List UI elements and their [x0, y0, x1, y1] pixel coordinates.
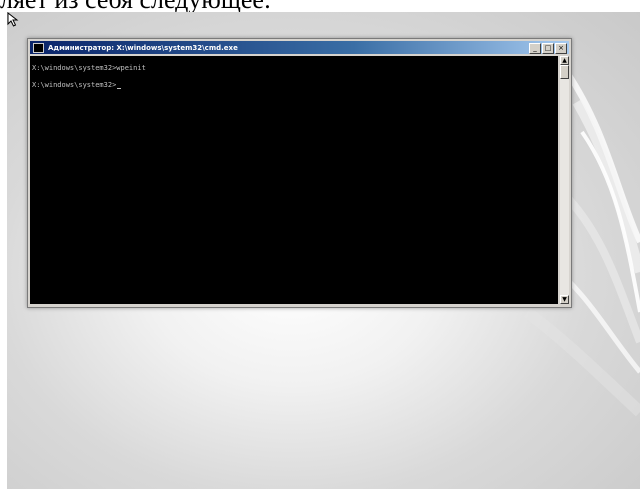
cmd-window[interactable]: Администратор: X:\windows\system32\cmd.e…	[27, 38, 572, 308]
minimize-button[interactable]: _	[529, 43, 541, 54]
maximize-button[interactable]: □	[542, 43, 554, 54]
window-title: Администратор: X:\windows\system32\cmd.e…	[48, 43, 238, 52]
console-area[interactable]: X:\windows\system32>wpeinit X:\windows\s…	[30, 56, 558, 304]
text-cursor	[117, 88, 122, 89]
mouse-pointer-icon	[7, 12, 19, 27]
scroll-up-button[interactable]: ▲	[560, 56, 569, 65]
scroll-down-button[interactable]: ▼	[560, 295, 569, 304]
console-line: X:\windows\system32>	[32, 81, 122, 89]
desktop-background: Администратор: X:\windows\system32\cmd.e…	[7, 12, 640, 489]
close-button[interactable]: ×	[555, 43, 567, 54]
title-bar[interactable]: Администратор: X:\windows\system32\cmd.e…	[30, 41, 569, 54]
vertical-scrollbar[interactable]: ▲ ▼	[560, 56, 569, 304]
cmd-app-icon	[33, 42, 44, 53]
console-line: X:\windows\system32>wpeinit	[32, 64, 146, 72]
window-controls: _ □ ×	[529, 43, 567, 54]
scroll-thumb[interactable]	[560, 65, 569, 79]
